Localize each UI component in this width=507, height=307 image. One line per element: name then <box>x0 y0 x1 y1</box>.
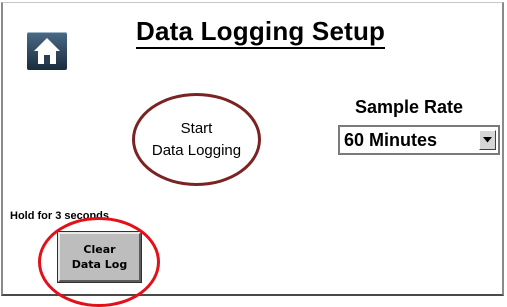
sample-rate-selected-value: 60 Minutes <box>344 130 438 150</box>
sample-rate-dropdown[interactable]: 60 Minutes <box>338 125 500 155</box>
hold-instruction-label: Hold for 3 seconds <box>10 210 110 222</box>
clear-data-log-button[interactable]: Clear Data Log <box>57 231 142 283</box>
page-title: Data Logging Setup <box>136 16 386 49</box>
start-label-line2: Data Logging <box>151 141 242 159</box>
home-icon <box>34 38 60 64</box>
clear-label-line2: Data Log <box>71 258 128 271</box>
home-button[interactable] <box>27 32 67 70</box>
clear-label-line1: Clear <box>83 243 116 256</box>
start-data-logging-button[interactable]: Start Data Logging <box>132 93 261 186</box>
start-label-line1: Start <box>180 119 213 137</box>
data-logging-setup-screen: Data Logging Setup Start Data Logging Sa… <box>0 0 507 307</box>
sample-rate-label: Sample Rate <box>355 97 464 117</box>
dropdown-arrow-button[interactable] <box>479 130 496 150</box>
chevron-down-icon <box>483 137 492 143</box>
